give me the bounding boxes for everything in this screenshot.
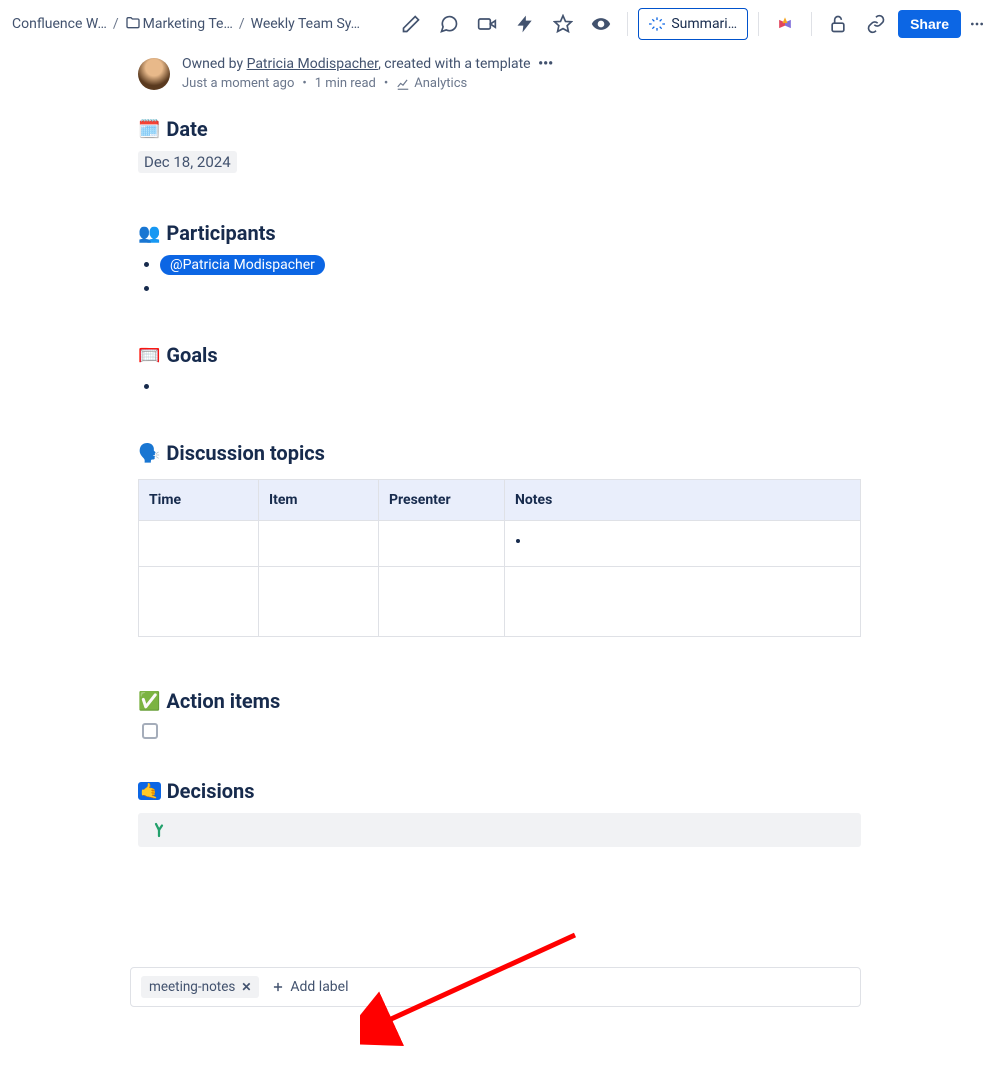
toolbar-divider bbox=[758, 12, 759, 36]
restrictions-button[interactable] bbox=[822, 8, 854, 40]
participants-list: @Patricia Modispacher bbox=[138, 255, 861, 299]
add-label-button[interactable]: Add label bbox=[271, 979, 348, 995]
list-item[interactable] bbox=[160, 279, 861, 299]
owner-line: Owned by Patricia Modispacher, created w… bbox=[182, 56, 557, 72]
th-item: Item bbox=[259, 480, 379, 521]
share-button[interactable]: Share bbox=[898, 10, 961, 38]
people-icon: 👥 bbox=[138, 223, 160, 244]
lock-icon bbox=[828, 14, 848, 34]
goals-list bbox=[138, 377, 861, 397]
loom-button[interactable] bbox=[769, 8, 801, 40]
pencil-icon bbox=[401, 14, 421, 34]
date-value[interactable]: Dec 18, 2024 bbox=[138, 151, 237, 173]
loom-icon bbox=[775, 14, 795, 34]
goals-heading: 🥅 Goals bbox=[138, 343, 861, 367]
breadcrumb-root[interactable]: Confluence W… bbox=[12, 16, 107, 32]
copy-link-button[interactable] bbox=[860, 8, 892, 40]
th-time: Time bbox=[139, 480, 259, 521]
user-mention[interactable]: @Patricia Modispacher bbox=[160, 255, 325, 275]
table-row[interactable] bbox=[139, 567, 861, 637]
bolt-icon bbox=[515, 14, 535, 34]
more-icon bbox=[969, 16, 985, 32]
page-meta: Owned by Patricia Modispacher, created w… bbox=[138, 48, 999, 99]
action-checkbox[interactable] bbox=[142, 723, 158, 739]
remove-label-button[interactable]: ✕ bbox=[241, 980, 251, 994]
star-icon bbox=[553, 14, 573, 34]
owner-link[interactable]: Patricia Modispacher bbox=[247, 56, 379, 72]
breadcrumb-sep: / bbox=[111, 16, 121, 32]
list-item[interactable] bbox=[160, 377, 861, 397]
page-content: 🗓️ Date Dec 18, 2024 👥 Participants @Pat… bbox=[0, 117, 999, 887]
goal-icon: 🥅 bbox=[138, 345, 160, 366]
speaking-icon: 🗣️ bbox=[138, 443, 160, 464]
th-notes: Notes bbox=[505, 480, 861, 521]
folder-icon bbox=[125, 15, 141, 31]
watch-button[interactable] bbox=[585, 8, 617, 40]
comment-button[interactable] bbox=[433, 8, 465, 40]
participants-heading: 👥 Participants bbox=[138, 221, 861, 245]
avatar[interactable] bbox=[138, 58, 170, 90]
decisions-heading: 🤙 Decisions bbox=[138, 779, 861, 803]
label-chip[interactable]: meeting-notes ✕ bbox=[141, 976, 259, 998]
automation-button[interactable] bbox=[509, 8, 541, 40]
header-toolbar: Confluence W… / Marketing Te… / Weekly T… bbox=[0, 0, 999, 48]
discussion-table: Time Item Presenter Notes bbox=[138, 479, 861, 637]
breadcrumb: Confluence W… / Marketing Te… / Weekly T… bbox=[12, 15, 360, 32]
decisions-box[interactable] bbox=[138, 813, 861, 847]
breadcrumb-page[interactable]: Weekly Team Sy… bbox=[251, 16, 360, 32]
meta-more-button[interactable]: ••• bbox=[534, 56, 557, 72]
labels-row: meeting-notes ✕ Add label bbox=[130, 967, 861, 1007]
link-icon bbox=[866, 14, 886, 34]
eye-icon bbox=[591, 14, 611, 34]
check-icon: ✅ bbox=[138, 691, 160, 712]
toolbar-divider bbox=[627, 12, 628, 36]
edit-button[interactable] bbox=[395, 8, 427, 40]
calendar-icon: 🗓️ bbox=[138, 119, 160, 140]
analytics-icon bbox=[396, 77, 410, 91]
date-heading: 🗓️ Date bbox=[138, 117, 861, 141]
star-button[interactable] bbox=[547, 8, 579, 40]
analytics-link[interactable]: Analytics bbox=[396, 76, 467, 91]
th-presenter: Presenter bbox=[379, 480, 505, 521]
present-button[interactable] bbox=[471, 8, 503, 40]
discussion-heading: 🗣️ Discussion topics bbox=[138, 441, 861, 465]
comment-icon bbox=[439, 14, 459, 34]
sparkle-icon bbox=[649, 16, 665, 32]
read-time: 1 min read bbox=[315, 76, 376, 91]
video-icon bbox=[477, 14, 497, 34]
table-row[interactable] bbox=[139, 521, 861, 567]
plus-icon bbox=[271, 980, 285, 994]
action-items-heading: ✅ Action items bbox=[138, 689, 861, 713]
decision-fork-icon bbox=[150, 821, 168, 839]
breadcrumb-space[interactable]: Marketing Te… bbox=[125, 15, 233, 32]
more-actions-button[interactable] bbox=[967, 8, 987, 40]
toolbar-divider bbox=[811, 12, 812, 36]
breadcrumb-sep: / bbox=[237, 16, 247, 32]
decisions-emoji-icon: 🤙 bbox=[138, 782, 161, 800]
list-item[interactable]: @Patricia Modispacher bbox=[160, 255, 861, 275]
summarize-button[interactable]: Summari… bbox=[638, 8, 748, 40]
modified-time: Just a moment ago bbox=[182, 76, 294, 91]
